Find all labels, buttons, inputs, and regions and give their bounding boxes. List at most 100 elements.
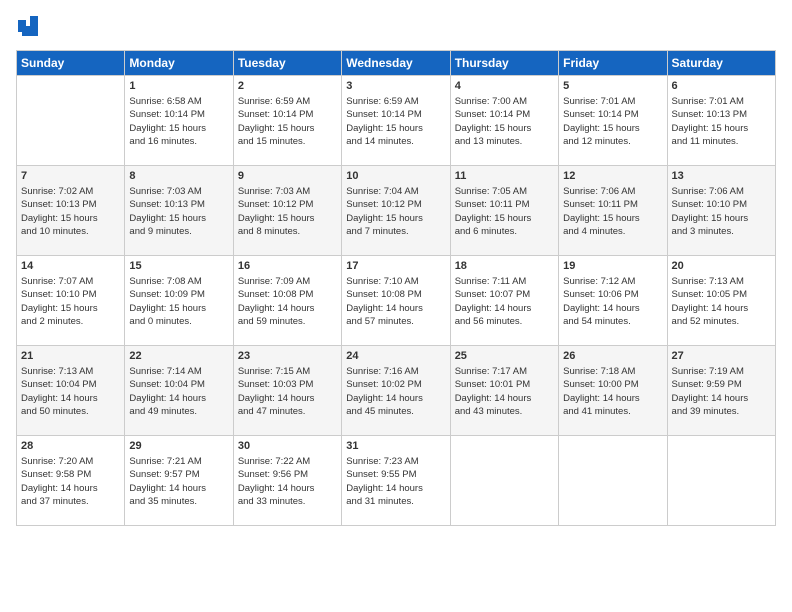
day-info: Sunrise: 7:14 AM Sunset: 10:04 PM Daylig… <box>129 365 228 418</box>
weekday-header-monday: Monday <box>125 51 233 76</box>
day-info: Sunrise: 7:03 AM Sunset: 10:12 PM Daylig… <box>238 185 337 238</box>
day-info: Sunrise: 7:23 AM Sunset: 9:55 PM Dayligh… <box>346 455 445 508</box>
day-info: Sunrise: 7:09 AM Sunset: 10:08 PM Daylig… <box>238 275 337 328</box>
day-info: Sunrise: 7:13 AM Sunset: 10:05 PM Daylig… <box>672 275 771 328</box>
day-info: Sunrise: 7:22 AM Sunset: 9:56 PM Dayligh… <box>238 455 337 508</box>
calendar-cell: 29 Sunrise: 7:21 AM Sunset: 9:57 PM Dayli… <box>125 436 233 526</box>
day-number: 2 <box>238 80 337 92</box>
weekday-header-row: SundayMondayTuesdayWednesdayThursdayFrid… <box>17 51 776 76</box>
day-info: Sunrise: 7:15 AM Sunset: 10:03 PM Daylig… <box>238 365 337 418</box>
day-info: Sunrise: 7:02 AM Sunset: 10:13 PM Daylig… <box>21 185 120 238</box>
calendar-table: SundayMondayTuesdayWednesdayThursdayFrid… <box>16 50 776 526</box>
day-number: 18 <box>455 260 554 272</box>
day-number: 7 <box>21 170 120 182</box>
calendar-cell: 25 Sunrise: 7:17 AM Sunset: 10:01 PM Dayl… <box>450 346 558 436</box>
calendar-cell: 23 Sunrise: 7:15 AM Sunset: 10:03 PM Dayl… <box>233 346 341 436</box>
day-info: Sunrise: 7:05 AM Sunset: 10:11 PM Daylig… <box>455 185 554 238</box>
calendar-cell: 10 Sunrise: 7:04 AM Sunset: 10:12 PM Dayl… <box>342 166 450 256</box>
day-info: Sunrise: 7:01 AM Sunset: 10:14 PM Daylig… <box>563 95 662 148</box>
day-number: 10 <box>346 170 445 182</box>
day-number: 8 <box>129 170 228 182</box>
day-number: 1 <box>129 80 228 92</box>
calendar-cell <box>559 436 667 526</box>
day-number: 25 <box>455 350 554 362</box>
calendar-cell: 24 Sunrise: 7:16 AM Sunset: 10:02 PM Dayl… <box>342 346 450 436</box>
day-info: Sunrise: 6:59 AM Sunset: 10:14 PM Daylig… <box>346 95 445 148</box>
calendar-week-row: 7 Sunrise: 7:02 AM Sunset: 10:13 PM Dayli… <box>17 166 776 256</box>
day-number: 9 <box>238 170 337 182</box>
day-number: 27 <box>672 350 771 362</box>
calendar-cell: 8 Sunrise: 7:03 AM Sunset: 10:13 PM Dayli… <box>125 166 233 256</box>
calendar-cell: 19 Sunrise: 7:12 AM Sunset: 10:06 PM Dayl… <box>559 256 667 346</box>
calendar-week-row: 28 Sunrise: 7:20 AM Sunset: 9:58 PM Dayli… <box>17 436 776 526</box>
calendar-cell: 14 Sunrise: 7:07 AM Sunset: 10:10 PM Dayl… <box>17 256 125 346</box>
day-number: 6 <box>672 80 771 92</box>
logo <box>16 16 38 38</box>
weekday-header-wednesday: Wednesday <box>342 51 450 76</box>
day-info: Sunrise: 7:11 AM Sunset: 10:07 PM Daylig… <box>455 275 554 328</box>
day-number: 19 <box>563 260 662 272</box>
day-info: Sunrise: 7:08 AM Sunset: 10:09 PM Daylig… <box>129 275 228 328</box>
calendar-cell: 16 Sunrise: 7:09 AM Sunset: 10:08 PM Dayl… <box>233 256 341 346</box>
day-info: Sunrise: 7:16 AM Sunset: 10:02 PM Daylig… <box>346 365 445 418</box>
day-number: 3 <box>346 80 445 92</box>
calendar-cell: 3 Sunrise: 6:59 AM Sunset: 10:14 PM Dayli… <box>342 76 450 166</box>
day-info: Sunrise: 7:04 AM Sunset: 10:12 PM Daylig… <box>346 185 445 238</box>
weekday-header-thursday: Thursday <box>450 51 558 76</box>
calendar-cell <box>450 436 558 526</box>
day-number: 20 <box>672 260 771 272</box>
calendar-week-row: 14 Sunrise: 7:07 AM Sunset: 10:10 PM Dayl… <box>17 256 776 346</box>
day-info: Sunrise: 7:12 AM Sunset: 10:06 PM Daylig… <box>563 275 662 328</box>
calendar-cell: 5 Sunrise: 7:01 AM Sunset: 10:14 PM Dayli… <box>559 76 667 166</box>
calendar-cell: 18 Sunrise: 7:11 AM Sunset: 10:07 PM Dayl… <box>450 256 558 346</box>
calendar-cell: 17Sunrise: 7:10 AM Sunset: 10:08 PM Dayl… <box>342 256 450 346</box>
day-number: 16 <box>238 260 337 272</box>
day-number: 31 <box>346 440 445 452</box>
day-number: 11 <box>455 170 554 182</box>
calendar-cell: 2 Sunrise: 6:59 AM Sunset: 10:14 PM Dayli… <box>233 76 341 166</box>
day-info: Sunrise: 7:18 AM Sunset: 10:00 PM Daylig… <box>563 365 662 418</box>
calendar-cell: 15 Sunrise: 7:08 AM Sunset: 10:09 PM Dayl… <box>125 256 233 346</box>
weekday-header-sunday: Sunday <box>17 51 125 76</box>
calendar-cell: 12 Sunrise: 7:06 AM Sunset: 10:11 PM Dayl… <box>559 166 667 256</box>
weekday-header-saturday: Saturday <box>667 51 775 76</box>
day-info: Sunrise: 6:59 AM Sunset: 10:14 PM Daylig… <box>238 95 337 148</box>
day-number: 14 <box>21 260 120 272</box>
calendar-cell <box>667 436 775 526</box>
day-info: Sunrise: 7:06 AM Sunset: 10:10 PM Daylig… <box>672 185 771 238</box>
day-info: Sunrise: 6:58 AM Sunset: 10:14 PM Daylig… <box>129 95 228 148</box>
day-number: 15 <box>129 260 228 272</box>
day-info: Sunrise: 7:19 AM Sunset: 9:59 PM Dayligh… <box>672 365 771 418</box>
day-number: 4 <box>455 80 554 92</box>
logo-icon <box>18 14 38 38</box>
day-number: 23 <box>238 350 337 362</box>
calendar-cell: 6Sunrise: 7:01 AM Sunset: 10:13 PM Dayli… <box>667 76 775 166</box>
day-number: 24 <box>346 350 445 362</box>
calendar-cell: 4 Sunrise: 7:00 AM Sunset: 10:14 PM Dayli… <box>450 76 558 166</box>
day-number: 30 <box>238 440 337 452</box>
calendar-week-row: 1 Sunrise: 6:58 AM Sunset: 10:14 PM Dayli… <box>17 76 776 166</box>
day-info: Sunrise: 7:03 AM Sunset: 10:13 PM Daylig… <box>129 185 228 238</box>
calendar-cell: 30 Sunrise: 7:22 AM Sunset: 9:56 PM Dayli… <box>233 436 341 526</box>
calendar-cell: 21Sunrise: 7:13 AM Sunset: 10:04 PM Dayl… <box>17 346 125 436</box>
calendar-cell <box>17 76 125 166</box>
weekday-header-tuesday: Tuesday <box>233 51 341 76</box>
day-info: Sunrise: 7:20 AM Sunset: 9:58 PM Dayligh… <box>21 455 120 508</box>
day-number: 21 <box>21 350 120 362</box>
calendar-cell: 26Sunrise: 7:18 AM Sunset: 10:00 PM Dayl… <box>559 346 667 436</box>
day-number: 5 <box>563 80 662 92</box>
day-info: Sunrise: 7:17 AM Sunset: 10:01 PM Daylig… <box>455 365 554 418</box>
page-header <box>16 16 776 38</box>
day-info: Sunrise: 7:07 AM Sunset: 10:10 PM Daylig… <box>21 275 120 328</box>
day-number: 29 <box>129 440 228 452</box>
day-number: 12 <box>563 170 662 182</box>
day-info: Sunrise: 7:10 AM Sunset: 10:08 PM Daylig… <box>346 275 445 328</box>
day-info: Sunrise: 7:06 AM Sunset: 10:11 PM Daylig… <box>563 185 662 238</box>
calendar-cell: 11 Sunrise: 7:05 AM Sunset: 10:11 PM Dayl… <box>450 166 558 256</box>
calendar-cell: 27 Sunrise: 7:19 AM Sunset: 9:59 PM Dayli… <box>667 346 775 436</box>
day-info: Sunrise: 7:21 AM Sunset: 9:57 PM Dayligh… <box>129 455 228 508</box>
calendar-cell: 13Sunrise: 7:06 AM Sunset: 10:10 PM Dayl… <box>667 166 775 256</box>
calendar-cell: 20 Sunrise: 7:13 AM Sunset: 10:05 PM Dayl… <box>667 256 775 346</box>
day-number: 28 <box>21 440 120 452</box>
day-info: Sunrise: 7:00 AM Sunset: 10:14 PM Daylig… <box>455 95 554 148</box>
